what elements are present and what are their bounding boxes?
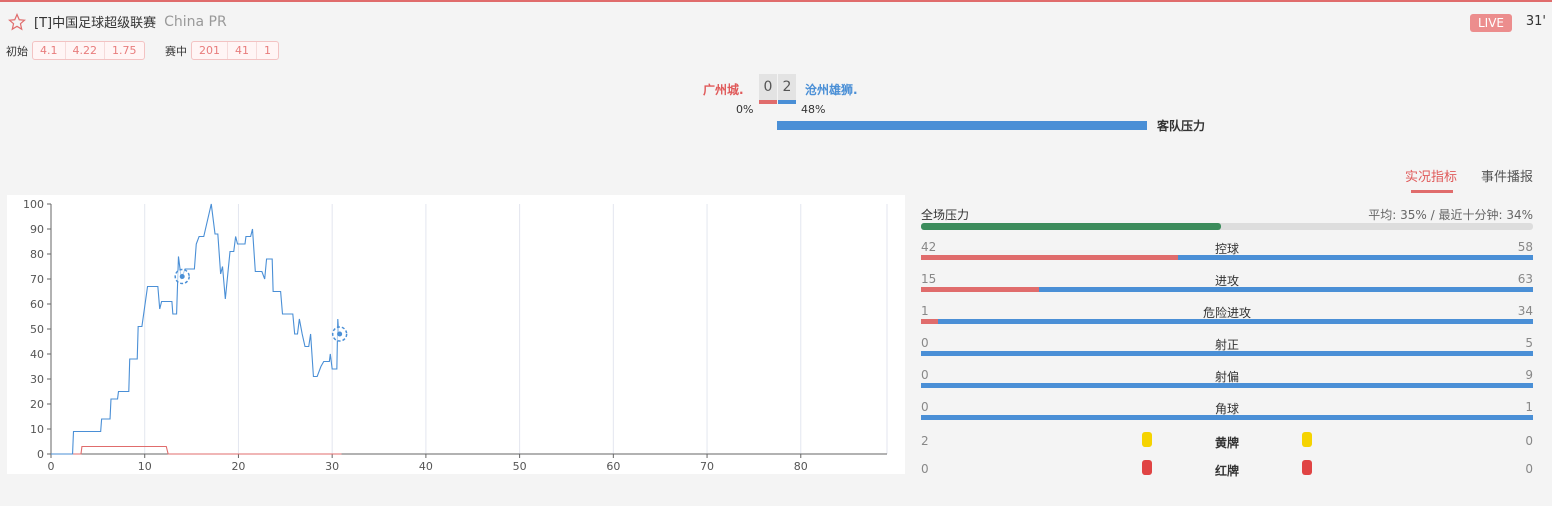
odds-value: 1 — [264, 44, 271, 57]
x-tick-label: 0 — [48, 460, 55, 473]
away-value: 5 — [1525, 336, 1533, 350]
tab-events[interactable]: 事件播报 — [1481, 166, 1533, 185]
card-row: 0 红牌 0 — [921, 460, 1533, 494]
y-tick-label: 10 — [30, 423, 44, 436]
y-tick-label: 0 — [37, 448, 44, 461]
x-tick-label: 50 — [513, 460, 527, 473]
stat-bar — [921, 383, 1533, 388]
x-tick-label: 10 — [138, 460, 152, 473]
home-score: 0 — [759, 74, 777, 104]
away-value: 63 — [1517, 272, 1533, 286]
pressure-bar-fill — [921, 223, 1221, 230]
stat-row: 0 射正 5 — [921, 336, 1533, 368]
y-tick-label: 40 — [30, 348, 44, 361]
away-score: 2 — [778, 74, 796, 104]
goal-ball-icon-center — [179, 274, 185, 279]
x-tick-label: 60 — [606, 460, 620, 473]
league-name: [T]中国足球超级联赛 — [34, 16, 157, 31]
stat-row: 0 角球 1 — [921, 400, 1533, 432]
away-value: 0 — [1525, 434, 1533, 448]
x-tick-label: 70 — [700, 460, 714, 473]
home-team[interactable]: 广州城. — [703, 81, 744, 98]
pressure-title: 全场压力 — [921, 208, 970, 222]
y-tick-label: 60 — [30, 298, 44, 311]
y-tick-label: 30 — [30, 373, 44, 386]
card-icon — [1302, 460, 1312, 475]
stat-row: 0 射偏 9 — [921, 368, 1533, 400]
stat-bar — [921, 255, 1533, 260]
pressure-chart: 0 10 20 30 40 50 60 70 80 0 10 20 30 40 50 60 70 80 90 100 — [7, 195, 905, 474]
card-icon — [1142, 432, 1152, 447]
stat-bar — [921, 415, 1533, 420]
card-label: 黄牌 — [1214, 436, 1239, 450]
x-tick-label: 30 — [325, 460, 339, 473]
card-icon — [1142, 460, 1152, 475]
initial-odds: 初始 4.1 4.22 1.75 — [6, 41, 145, 60]
away-pressure-pct: 48% — [801, 103, 826, 116]
match-title: [T]中国足球超级联赛 China PR — [8, 12, 227, 31]
away-team[interactable]: 沧州雄狮. — [805, 81, 858, 98]
y-tick-label: 80 — [30, 248, 44, 261]
y-tick-label: 100 — [23, 198, 44, 211]
stat-bar — [921, 351, 1533, 356]
away-value: 34 — [1517, 304, 1533, 318]
initial-odds-label: 初始 — [6, 44, 28, 58]
live-odds-label: 赛中 — [165, 44, 187, 58]
goal-ball-icon-center — [337, 331, 343, 337]
away-value: 9 — [1525, 368, 1533, 382]
odds-value: 201 — [192, 42, 228, 59]
away-pressure-line — [51, 203, 340, 455]
star-icon[interactable] — [8, 12, 26, 31]
y-tick-label: 90 — [30, 223, 44, 236]
pressure-summary: 平均: 35% / 最近十分钟: 34% — [1368, 208, 1533, 222]
card-icon — [1302, 432, 1312, 447]
stat-row: 15 进攻 63 — [921, 272, 1533, 304]
stat-row: 1 危险进攻 34 — [921, 304, 1533, 336]
tab-live-stats[interactable]: 实况指标 — [1405, 166, 1457, 185]
stat-bar — [921, 287, 1533, 292]
match-minute: 31' — [1525, 14, 1546, 29]
odds-value: 1.75 — [112, 44, 137, 57]
y-tick-label: 70 — [30, 273, 44, 286]
live-odds: 赛中 201 41 1 — [165, 41, 279, 60]
x-tick-label: 80 — [794, 460, 808, 473]
stat-bar — [921, 319, 1533, 324]
x-tick-label: 40 — [419, 460, 433, 473]
away-value: 1 — [1525, 400, 1533, 414]
stat-row: 42 控球 58 — [921, 240, 1533, 272]
live-badge: LIVE — [1469, 14, 1512, 32]
active-tab-indicator — [1411, 190, 1453, 193]
country-name: China PR — [164, 13, 227, 30]
home-pressure-line — [51, 445, 342, 455]
home-pressure-pct: 0% — [736, 103, 754, 116]
x-tick-label: 20 — [231, 460, 245, 473]
away-value: 58 — [1517, 240, 1533, 254]
odds-value: 4.22 — [66, 42, 105, 59]
pressure-label: 客队压力 — [1157, 119, 1206, 133]
away-pressure-bar — [777, 121, 1147, 130]
odds-value: 41 — [228, 42, 257, 59]
away-value: 0 — [1525, 462, 1533, 476]
y-tick-label: 50 — [30, 323, 44, 336]
card-label: 红牌 — [1214, 464, 1239, 478]
y-tick-label: 20 — [30, 398, 44, 411]
odds-value: 4.1 — [33, 42, 66, 59]
overall-pressure: 全场压力 平均: 35% / 最近十分钟: 34% — [921, 206, 1533, 232]
